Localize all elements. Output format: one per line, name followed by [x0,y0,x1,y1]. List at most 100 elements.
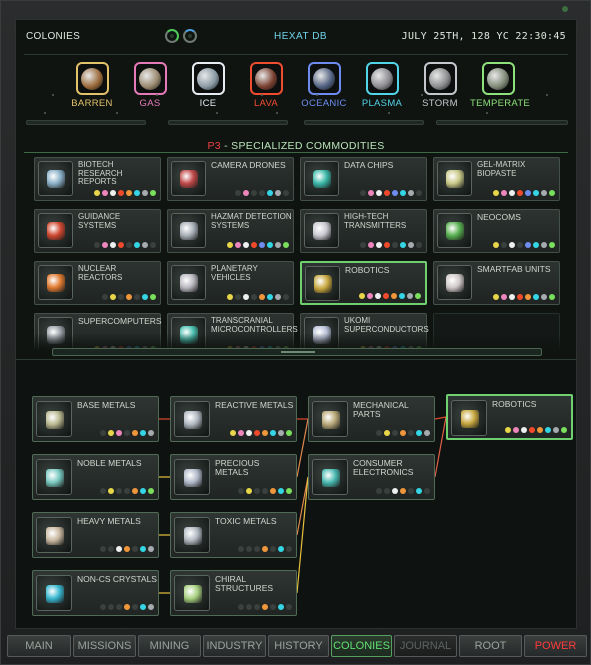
availability-dot [238,604,244,610]
availability-dot [116,488,122,494]
availability-dot [259,190,265,196]
planet-filter-oceanic[interactable]: OCEANIC [296,62,352,109]
icon-glyph [322,469,340,487]
tab-colonies[interactable]: COLONIES [331,635,392,657]
availability-dot [283,190,289,196]
planet-availability-dots [238,604,292,610]
commodity-card[interactable]: HIGH-TECH TRANSMITTERS [300,209,427,253]
commodity-card[interactable]: GUIDANCE SYSTEMS [34,209,161,253]
tree-node-p2[interactable]: CHIRAL STRUCTURES [170,570,297,616]
tab-root[interactable]: ROOT [459,635,522,657]
availability-dot [493,190,499,196]
splitter-grip[interactable] [281,351,315,353]
availability-dot [525,190,531,196]
planet-availability-dots [493,242,555,248]
tree-node-p1[interactable]: NON-CS CRYSTALS [32,570,159,616]
availability-dot [150,242,156,248]
availability-dot [509,242,515,248]
planet-filter-storm[interactable]: STORM [412,62,468,109]
commodity-name: SMARTFAB UNITS [477,264,551,274]
tree-node-p2[interactable]: REACTIVE METALS [170,396,297,442]
progress-ring-icon[interactable] [165,29,179,43]
commodity-card[interactable]: ROBOTICS [300,261,427,305]
planet-scrollbar[interactable] [304,120,424,125]
planet-label: STORM [422,98,458,109]
planet-availability-dots [376,430,430,436]
tree-node-p1[interactable]: NOBLE METALS [32,454,159,500]
availability-dot [392,430,398,436]
planet-scrollbar[interactable] [436,120,568,125]
availability-dot [278,604,284,610]
planet-filter-barren[interactable]: BARREN [64,62,120,109]
availability-dot [408,190,414,196]
availability-dot [227,294,233,300]
availability-dot [108,604,114,610]
bottom-nav: MAIN MISSIONS MINING INDUSTRY HISTORY COLONIE… [7,635,587,659]
icon-glyph [184,585,202,603]
tree-node-p2[interactable]: PRECIOUS METALS [170,454,297,500]
mechanical-parts-icon [312,401,348,437]
tab-main[interactable]: MAIN [7,635,71,657]
commodity-card[interactable]: NUCLEAR REACTORS [34,261,161,305]
availability-dot [246,546,252,552]
planet-filter-plasma[interactable]: PLASMA [354,62,410,109]
commodity-card[interactable]: CAMERA DRONES [167,157,294,201]
availability-dot [118,190,124,196]
availability-dot [407,293,413,299]
commodity-card[interactable]: SMARTFAB UNITS [433,261,560,305]
planet-filter-temperate[interactable]: TEMPERATE [470,62,530,109]
robotics-icon [305,266,340,301]
availability-dot [549,242,555,248]
heavy-metals-icon [36,517,72,553]
window-frame: COLONIES HEXAT DB JULY 25TH, 128 YC 22:3… [0,0,591,665]
planet-scrollbar[interactable] [26,120,146,125]
availability-dot [94,190,100,196]
commodity-name: DATA CHIPS [344,160,394,170]
availability-dot [132,430,138,436]
tree-node-p4[interactable]: ROBOTICS [446,394,573,440]
availability-dot [259,294,265,300]
tier-code: P3 [207,140,221,152]
tree-link [434,416,447,478]
availability-dot [116,546,122,552]
tab-journal[interactable]: JOURNAL [394,635,457,657]
availability-dot [376,190,382,196]
availability-dot [140,546,146,552]
tab-industry[interactable]: INDUSTRY [203,635,266,657]
commodity-card[interactable]: HAZMAT DETECTION SYSTEMS [167,209,294,253]
commodity-card[interactable]: NEOCOMS [433,209,560,253]
availability-dot [251,294,257,300]
availability-dot [270,604,276,610]
commodity-card[interactable]: DATA CHIPS [300,157,427,201]
tab-power[interactable]: POWER [524,635,587,657]
tier-heading: P3 - SPECIALIZED COMMODITIES [16,140,576,152]
tab-mining[interactable]: MINING [138,635,201,657]
hazmat-icon [171,213,206,248]
tree-node-p2[interactable]: TOXIC METALS [170,512,297,558]
availability-dot [132,546,138,552]
tree-node-p1[interactable]: BASE METALS [32,396,159,442]
planet-filter-ice[interactable]: ICE [180,62,236,109]
tree-node-name: ROBOTICS [492,399,537,409]
tab-missions[interactable]: MISSIONS [73,635,136,657]
planet-availability-dots [227,242,289,248]
availability-dot [102,242,108,248]
transmitter-icon [304,213,339,248]
commodity-card[interactable]: BIOTECH RESEARCH REPORTS [34,157,161,201]
tree-node-p3[interactable]: CONSUMER ELECTRONICS [308,454,435,500]
planet-filter-gas[interactable]: GAS [122,62,178,109]
tab-history[interactable]: HISTORY [268,635,329,657]
tree-node-p3[interactable]: MECHANICAL PARTS [308,396,435,442]
planet-scrollbar[interactable] [168,120,288,125]
planet-filter-lava[interactable]: LAVA [238,62,294,109]
commodity-card[interactable]: PLANETARY VEHICLES [167,261,294,305]
panel-splitter[interactable] [52,348,542,356]
availability-dot [102,190,108,196]
clock-ring-icon[interactable] [183,29,197,43]
planet-availability-dots [94,190,156,196]
commodity-card[interactable]: GEL-MATRIX BIOPASTE [433,157,560,201]
availability-dot [254,430,260,436]
commodity-name: CAMERA DRONES [211,160,286,170]
tree-node-p1[interactable]: HEAVY METALS [32,512,159,558]
availability-dot [416,430,422,436]
